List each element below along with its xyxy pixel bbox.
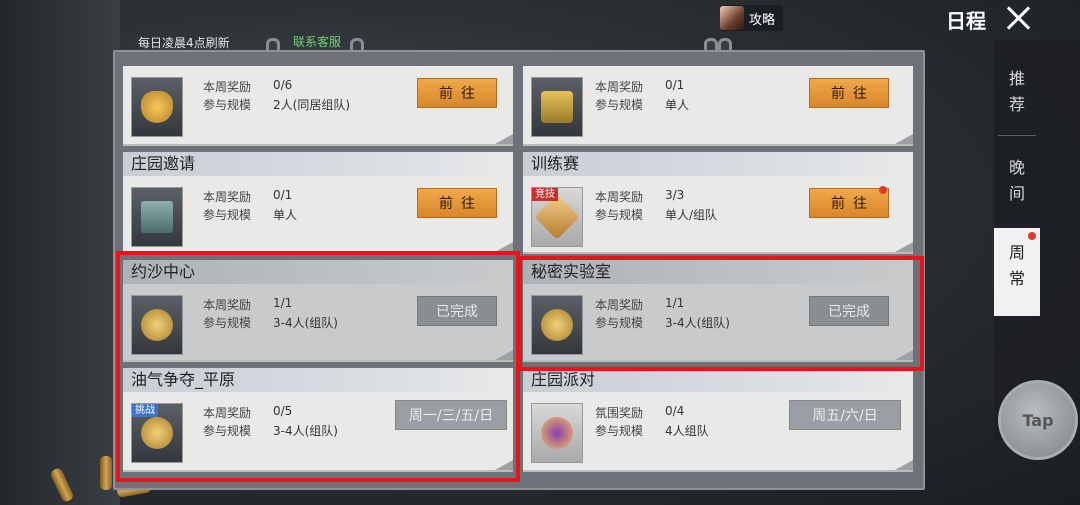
go-button[interactable]: 前往 bbox=[809, 78, 889, 108]
guide-button[interactable]: 攻略 bbox=[720, 5, 784, 31]
bullet-decoration bbox=[100, 456, 112, 490]
activity-card: 训练赛 竞技 本周奖励 参与规模 3/3 单人/组队 前往 bbox=[523, 152, 913, 254]
background-left bbox=[0, 0, 120, 505]
reward-label: 本周奖励 bbox=[595, 190, 644, 204]
party-icon bbox=[531, 403, 583, 463]
tab-recommended[interactable]: 推荐 bbox=[994, 66, 1040, 118]
close-icon[interactable] bbox=[1004, 4, 1032, 32]
highlight-box bbox=[116, 251, 520, 482]
scale-value: 4人组队 bbox=[665, 424, 709, 438]
activity-card: 本周奖励 参与规模 0/6 2人(同居组队) 前往 bbox=[123, 66, 513, 146]
card-title: 训练赛 bbox=[523, 152, 913, 176]
tab-weekly[interactable]: 周常 bbox=[994, 228, 1040, 316]
card-title: 庄园邀请 bbox=[123, 152, 513, 176]
reward-value: 0/6 bbox=[273, 78, 293, 92]
scale-label: 参与规模 bbox=[203, 208, 252, 222]
reward-value: 3/3 bbox=[665, 188, 685, 202]
avatar bbox=[720, 6, 744, 30]
contact-support-link[interactable]: 联系客服 bbox=[293, 33, 341, 50]
reward-value: 0/1 bbox=[665, 78, 685, 92]
reward-label: 本周奖励 bbox=[203, 190, 252, 204]
reward-label: 本周奖励 bbox=[203, 80, 252, 94]
tab-evening[interactable]: 晚间 bbox=[994, 155, 1040, 207]
activity-card: 本周奖励 参与规模 0/1 单人 前往 bbox=[523, 66, 913, 146]
activity-card: 庄园邀请 本周奖励 参与规模 0/1 单人 前往 bbox=[123, 152, 513, 254]
go-button[interactable]: 前往 bbox=[809, 188, 889, 218]
competitive-tag: 竞技 bbox=[532, 188, 558, 201]
go-button[interactable]: 前往 bbox=[417, 78, 497, 108]
card-title: 庄园派对 bbox=[523, 368, 913, 392]
reward-value: 0/4 bbox=[665, 404, 685, 418]
scale-label: 参与规模 bbox=[595, 98, 644, 112]
notification-dot bbox=[879, 186, 887, 194]
treasure-chest-icon bbox=[531, 77, 583, 137]
scale-value: 单人/组队 bbox=[665, 208, 718, 222]
reward-value: 0/1 bbox=[273, 188, 293, 202]
activity-card: 庄园派对 氛围奖励 参与规模 0/4 4人组队 周五/六/日 bbox=[523, 368, 913, 472]
medal-icon: 竞技 bbox=[531, 187, 583, 247]
scale-label: 参与规模 bbox=[595, 424, 644, 438]
guide-label: 攻略 bbox=[749, 12, 776, 28]
crate-icon bbox=[131, 187, 183, 247]
schedule-days-button: 周五/六/日 bbox=[789, 400, 901, 430]
refresh-note: 每日凌晨4点刷新 bbox=[138, 36, 230, 50]
corner-fold bbox=[895, 134, 913, 144]
tab-label: 推荐 bbox=[1009, 69, 1026, 114]
ambience-reward-label: 氛围奖励 bbox=[595, 406, 644, 420]
corner-fold bbox=[895, 242, 913, 252]
page-title: 日程 bbox=[946, 9, 986, 33]
go-button[interactable]: 前往 bbox=[417, 188, 497, 218]
scale-value: 单人 bbox=[665, 98, 690, 112]
scale-label: 参与规模 bbox=[595, 208, 644, 222]
divider bbox=[998, 135, 1036, 136]
tap-floating-button[interactable]: Tap bbox=[998, 380, 1078, 460]
corner-fold bbox=[495, 134, 513, 144]
corner-fold bbox=[895, 460, 913, 470]
scale-label: 参与规模 bbox=[203, 98, 252, 112]
scale-value: 单人 bbox=[273, 208, 298, 222]
heart-gift-icon bbox=[131, 77, 183, 137]
scale-value: 2人(同居组队) bbox=[273, 98, 350, 112]
tab-label: 周常 bbox=[1009, 243, 1026, 288]
reward-label: 本周奖励 bbox=[595, 80, 644, 94]
notification-dot bbox=[1028, 232, 1036, 240]
tab-label: 晚间 bbox=[1009, 158, 1026, 203]
highlight-box bbox=[518, 256, 924, 371]
